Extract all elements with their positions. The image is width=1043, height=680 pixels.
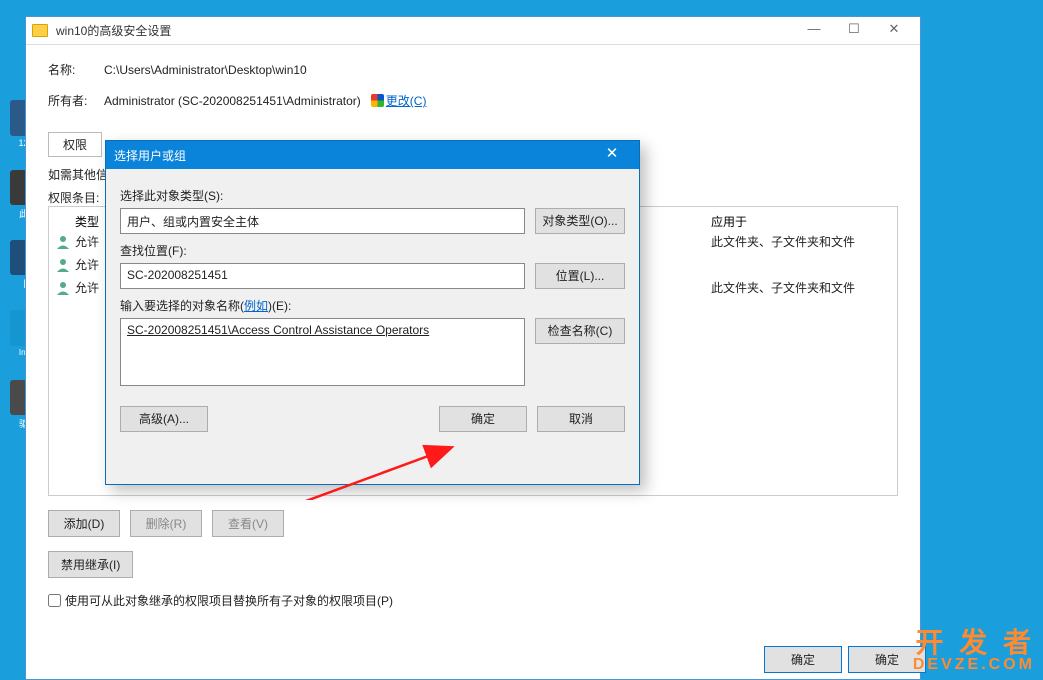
object-type-label: 选择此对象类型(S): bbox=[120, 187, 625, 204]
window-title: win10的高级安全设置 bbox=[56, 22, 171, 39]
object-name-input[interactable]: SC-202008251451\Access Control Assistanc… bbox=[120, 318, 525, 386]
col-type[interactable]: 类型 bbox=[55, 213, 105, 230]
user-icon bbox=[55, 257, 71, 273]
minimize-button[interactable]: — bbox=[794, 21, 834, 41]
name-label: 名称: bbox=[48, 61, 104, 78]
owner-value: Administrator (SC-202008251451\Administr… bbox=[104, 94, 361, 108]
titlebar: win10的高级安全设置 — ☐ ✕ bbox=[26, 17, 920, 45]
tab-permissions[interactable]: 权限 bbox=[48, 132, 102, 157]
remove-button[interactable]: 删除(R) bbox=[130, 510, 202, 537]
disable-inherit-button[interactable]: 禁用继承(I) bbox=[48, 551, 133, 578]
name-value: C:\Users\Administrator\Desktop\win10 bbox=[104, 63, 307, 77]
example-link[interactable]: 例如 bbox=[244, 299, 268, 313]
add-button[interactable]: 添加(D) bbox=[48, 510, 120, 537]
replace-inherit-checkbox[interactable] bbox=[48, 594, 61, 607]
folder-icon bbox=[32, 24, 48, 37]
dialog-cancel-button[interactable]: 取消 bbox=[537, 406, 625, 432]
check-names-button[interactable]: 检查名称(C) bbox=[535, 318, 625, 344]
user-icon bbox=[55, 234, 71, 250]
ok-button[interactable]: 确定 bbox=[764, 646, 842, 673]
owner-label: 所有者: bbox=[48, 92, 104, 109]
dialog-titlebar: 选择用户或组 ✕ bbox=[106, 141, 639, 169]
maximize-button[interactable]: ☐ bbox=[834, 21, 874, 41]
close-icon[interactable]: ✕ bbox=[593, 144, 631, 166]
location-field[interactable]: SC-202008251451 bbox=[120, 263, 525, 289]
select-user-group-dialog: 选择用户或组 ✕ 选择此对象类型(S): 用户、组或内置安全主体 对象类型(O)… bbox=[105, 140, 640, 485]
location-label: 查找位置(F): bbox=[120, 242, 625, 259]
object-type-field[interactable]: 用户、组或内置安全主体 bbox=[120, 208, 525, 234]
object-types-button[interactable]: 对象类型(O)... bbox=[535, 208, 625, 234]
col-apply[interactable]: 应用于 bbox=[711, 213, 891, 230]
object-name-label: 输入要选择的对象名称(例如)(E): bbox=[120, 297, 625, 314]
change-owner-link[interactable]: 更改(C) bbox=[386, 92, 427, 109]
close-button[interactable]: ✕ bbox=[874, 21, 914, 41]
view-button[interactable]: 查看(V) bbox=[212, 510, 284, 537]
watermark: 开 发 者 DEVZE.COM bbox=[913, 628, 1035, 674]
user-icon bbox=[55, 280, 71, 296]
replace-inherit-label: 使用可从此对象继承的权限项目替换所有子对象的权限项目(P) bbox=[65, 592, 393, 609]
shield-icon bbox=[371, 94, 384, 107]
dialog-ok-button[interactable]: 确定 bbox=[439, 406, 527, 432]
dialog-title: 选择用户或组 bbox=[114, 147, 186, 164]
locations-button[interactable]: 位置(L)... bbox=[535, 263, 625, 289]
advanced-button[interactable]: 高级(A)... bbox=[120, 406, 208, 432]
